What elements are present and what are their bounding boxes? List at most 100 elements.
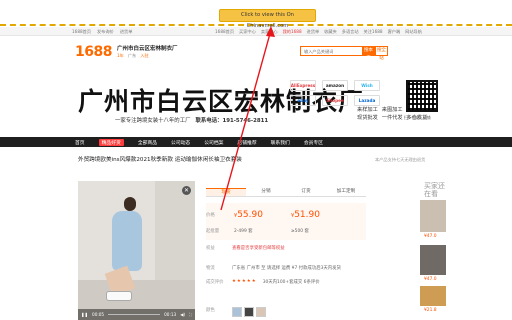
- video-time-current: 00:05: [92, 312, 105, 317]
- logistics-text[interactable]: 广东省 广州市 至 请选择 运费 ¥7 付款成功后3天内发货: [232, 265, 341, 271]
- row-label: 颜色: [206, 308, 215, 313]
- side-title-line: 在看: [424, 190, 438, 198]
- search-shop-button[interactable]: 搜本店: [362, 47, 375, 61]
- model-shoes: [106, 291, 132, 301]
- ebay-logo: ebay: [290, 95, 316, 106]
- volume-icon[interactable]: ◀): [180, 312, 185, 317]
- moq-label: 起批量: [206, 229, 220, 234]
- site-logo[interactable]: 1688: [75, 44, 112, 60]
- topnav-item[interactable]: 客户端: [388, 29, 401, 35]
- shop-tag: 入驻: [140, 53, 149, 58]
- shop-category-nav: 首页 精品好货 全部商品 公司动态 公司档案 店铺推荐 联系我们 会员专区: [0, 137, 512, 147]
- qty-tier-1: 2-499 套: [234, 229, 253, 234]
- tab-distribution[interactable]: 分销: [246, 188, 286, 196]
- related-price: ¥47.0: [424, 277, 437, 282]
- nav-members[interactable]: 会员专区: [304, 139, 323, 146]
- price-box: 价格 ¥55.90 ¥51.90 起批量 2-499 套 ≥500 套: [206, 203, 366, 240]
- topnav-item[interactable]: 买家中心: [239, 29, 256, 35]
- feature-label: 来样加工: [357, 107, 378, 113]
- search-input[interactable]: [301, 47, 362, 55]
- view-on-chinavmall-button[interactable]: Click to view this On Chinavmall.com: [219, 9, 316, 29]
- shop-search: 搜本店 搜全站: [300, 46, 388, 61]
- aliexpress-logo: AliExpress: [290, 80, 316, 91]
- tab-custom[interactable]: 加工定制: [326, 188, 366, 196]
- topnav-item[interactable]: 关注1688: [364, 29, 383, 35]
- top-nav: 1688首页 发布询价 进货单 1688首页 买家中心 卖家中心 我的1688 …: [0, 27, 512, 36]
- color-swatches: [232, 307, 268, 319]
- topnav-left-item[interactable]: 发布询价: [97, 29, 114, 35]
- brand-logos: AliExpress amazon Wish ebay Shopee Lazad…: [290, 80, 380, 106]
- related-price: ¥21.8: [424, 308, 437, 313]
- fullscreen-icon[interactable]: ⛶: [189, 312, 192, 317]
- wish-logo: Wish: [354, 80, 380, 91]
- qty-tier-2: ≥500 套: [291, 229, 309, 234]
- related-product-image[interactable]: [420, 245, 446, 275]
- topnav-item[interactable]: 多语言站: [342, 29, 359, 35]
- color-swatch[interactable]: [256, 307, 266, 317]
- price-value: 51.90: [294, 210, 320, 220]
- pause-icon[interactable]: ❚❚: [81, 312, 88, 317]
- qr-caption: 扫一扫进入店铺: [404, 115, 431, 120]
- topnav-item[interactable]: 我的1688: [283, 29, 302, 35]
- tab-in-stock[interactable]: 现货: [206, 188, 246, 196]
- feature-label: 一件代发: [381, 115, 403, 121]
- price-label: 价格: [206, 213, 215, 218]
- price-tier-2: ¥51.90: [291, 210, 320, 220]
- banner-subtitle: 一家专注跨境女装十八年的工厂 联系电话：191-5746-2811: [115, 116, 268, 124]
- purchase-mode-tabs: 现货 分销 订货 加工定制: [206, 188, 366, 197]
- extension-banner: Click to view this On Chinavmall.com: [0, 0, 512, 29]
- nav-featured[interactable]: 精品好货: [98, 139, 124, 146]
- video-controls: ❚❚ 00:05 00:13 ◀) ⛶: [78, 309, 195, 320]
- rating-text[interactable]: 30天内100+套成交 6条评价: [263, 279, 320, 285]
- shop-tag: 1年: [117, 53, 124, 58]
- row-label: 物流: [206, 266, 215, 271]
- rating-row: 成交评价 ★★★★★ 30天内100+套成交 6条评价: [206, 279, 320, 285]
- topnav-item[interactable]: 收藏夹: [324, 29, 337, 35]
- shop-tags: 1年 广东 入驻: [117, 53, 149, 59]
- banner-phone: 联系电话：191-5746-2811: [195, 118, 269, 124]
- related-product-image[interactable]: [420, 286, 446, 306]
- logistics-row: 物流 广东省 广州市 至 请选择 运费 ¥7 付款成功后3天内发货: [206, 265, 341, 271]
- nav-home[interactable]: 首页: [75, 139, 85, 146]
- topnav-item[interactable]: 网站导航: [405, 29, 422, 35]
- color-swatch[interactable]: [244, 307, 254, 317]
- qr-code: [406, 80, 438, 112]
- topnav-item[interactable]: 1688首页: [215, 29, 234, 35]
- nav-all-products[interactable]: 全部商品: [138, 139, 157, 146]
- video-time-total: 00:13: [164, 312, 177, 317]
- lazada-logo: Lazada: [354, 95, 380, 106]
- topnav-item[interactable]: 进货单: [307, 29, 320, 35]
- topnav-left-item[interactable]: 1688首页: [72, 29, 91, 35]
- close-icon[interactable]: ✕: [182, 186, 191, 195]
- nav-company-profile[interactable]: 公司档案: [204, 139, 223, 146]
- model-hoodie: [112, 211, 142, 271]
- price-value: 55.90: [237, 210, 263, 220]
- tab-order[interactable]: 订货: [286, 188, 326, 196]
- side-title-line: 买家还: [424, 182, 445, 190]
- amazon-logo: amazon: [322, 80, 348, 91]
- related-price: ¥47.0: [424, 234, 437, 239]
- price-tier-1: ¥55.90: [234, 210, 263, 220]
- return-note: 本产品支持七天无理由退货: [375, 157, 426, 162]
- shop-name[interactable]: 广州市白云区宏林制衣厂: [117, 44, 178, 52]
- topnav-item[interactable]: 卖家中心: [261, 29, 278, 35]
- related-product-image[interactable]: [420, 200, 446, 232]
- shop-tag: 广东: [127, 53, 137, 58]
- nav-contact[interactable]: 联系我们: [271, 139, 290, 146]
- rating-stars: ★★★★★: [232, 279, 257, 284]
- search-site-button[interactable]: 搜全站: [374, 47, 387, 61]
- buyers-also-viewed-title: 买家还 在看: [424, 182, 445, 198]
- video-progress-bar[interactable]: [108, 314, 161, 315]
- topnav-left-item[interactable]: 进货单: [120, 29, 133, 35]
- nav-company-news[interactable]: 公司动态: [171, 139, 190, 146]
- equity-link[interactable]: 查看是否享受新包邮等权益: [232, 245, 285, 251]
- color-swatch[interactable]: [232, 307, 242, 317]
- banner-slogan: 一家专注跨境女装十八年的工厂: [115, 118, 191, 124]
- color-row: 颜色: [206, 307, 268, 319]
- row-label: 权益: [206, 246, 215, 251]
- product-title: 外贸跨境欧美ins风爆款2021秋季新款 运动瑜伽休闲长袖卫衣套装: [78, 157, 242, 163]
- model-head: [124, 197, 136, 211]
- equity-row: 权益 查看是否享受新包邮等权益: [206, 245, 285, 251]
- nav-shop-recommend[interactable]: 店铺推荐: [237, 139, 256, 146]
- product-video[interactable]: ✕ ❚❚ 00:05 00:13 ◀) ⛶: [78, 181, 195, 320]
